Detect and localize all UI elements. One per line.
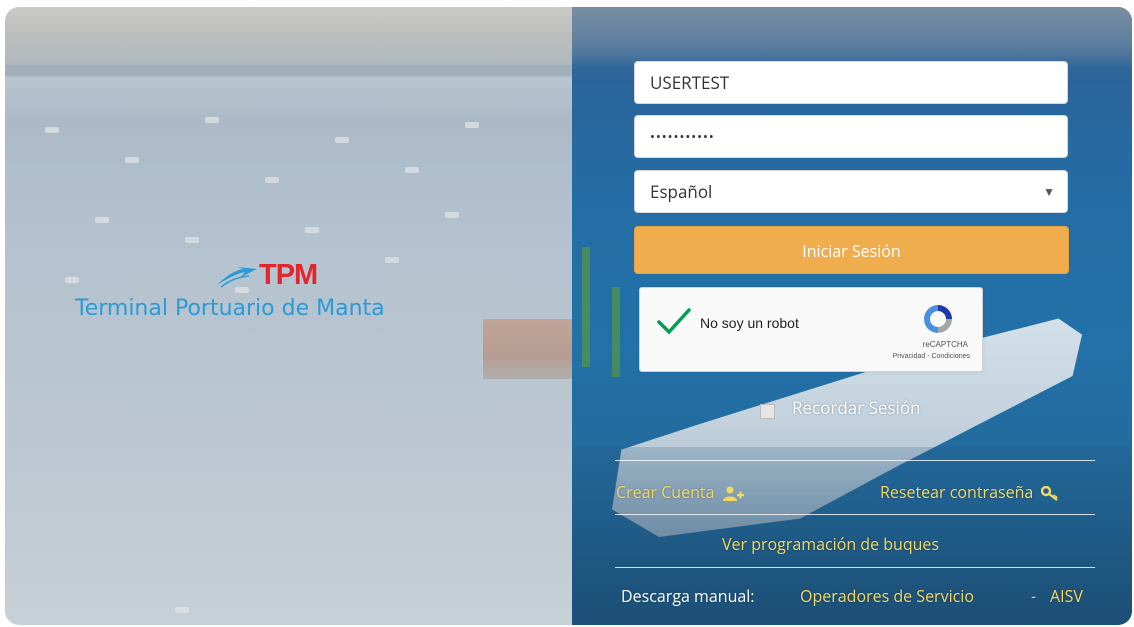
user-add-icon — [722, 486, 744, 501]
language-select[interactable]: Español ▼ — [634, 170, 1068, 213]
language-selected-value: Español — [650, 180, 713, 203]
divider-bottom — [615, 567, 1095, 568]
recaptcha-terms[interactable]: Privacidad - Condiciones — [893, 353, 970, 360]
tpm-logo: TPM Terminal Portuario de Manta — [75, 259, 515, 329]
remember-checkbox[interactable] — [760, 404, 775, 419]
dropdown-arrow-icon: ▼ — [1043, 183, 1055, 200]
manual-download-label: Descarga manual: — [621, 585, 755, 607]
tpm-arrow-icon — [217, 267, 257, 288]
login-button[interactable]: Iniciar Sesión — [634, 226, 1069, 274]
reset-password-label: Resetear contraseña — [880, 481, 1034, 503]
logo-short-name: TPM — [259, 259, 318, 291]
divider-middle — [615, 514, 1095, 515]
ship-schedule-link[interactable]: Ver programación de buques — [722, 533, 939, 555]
create-account-label: Crear Cuenta — [616, 481, 715, 503]
manual-separator: - — [1031, 585, 1037, 607]
reset-password-link[interactable]: Resetear contraseña — [880, 481, 1059, 503]
manual-aisv-link[interactable]: AISV — [1050, 585, 1083, 607]
logo-full-name: Terminal Portuario de Manta — [75, 296, 385, 321]
username-field[interactable]: USERTEST — [634, 61, 1068, 104]
key-icon — [1041, 485, 1059, 501]
recaptcha-icon — [924, 305, 952, 333]
harbor-photo-left: TPM Terminal Portuario de Manta — [5, 7, 575, 625]
recaptcha-brand: reCAPTCHA — [922, 340, 968, 349]
create-account-link[interactable]: Crear Cuenta — [616, 481, 745, 503]
checkmark-icon — [657, 308, 691, 335]
password-field[interactable]: ••••••••••• — [634, 115, 1068, 158]
divider-top — [615, 460, 1095, 461]
recaptcha-label: No soy un robot — [700, 315, 799, 331]
recaptcha-widget[interactable]: No soy un robot reCAPTCHA Privacidad - C… — [639, 287, 983, 372]
remember-label: Recordar Sesión — [792, 396, 921, 419]
manual-operators-link[interactable]: Operadores de Servicio — [800, 585, 974, 607]
